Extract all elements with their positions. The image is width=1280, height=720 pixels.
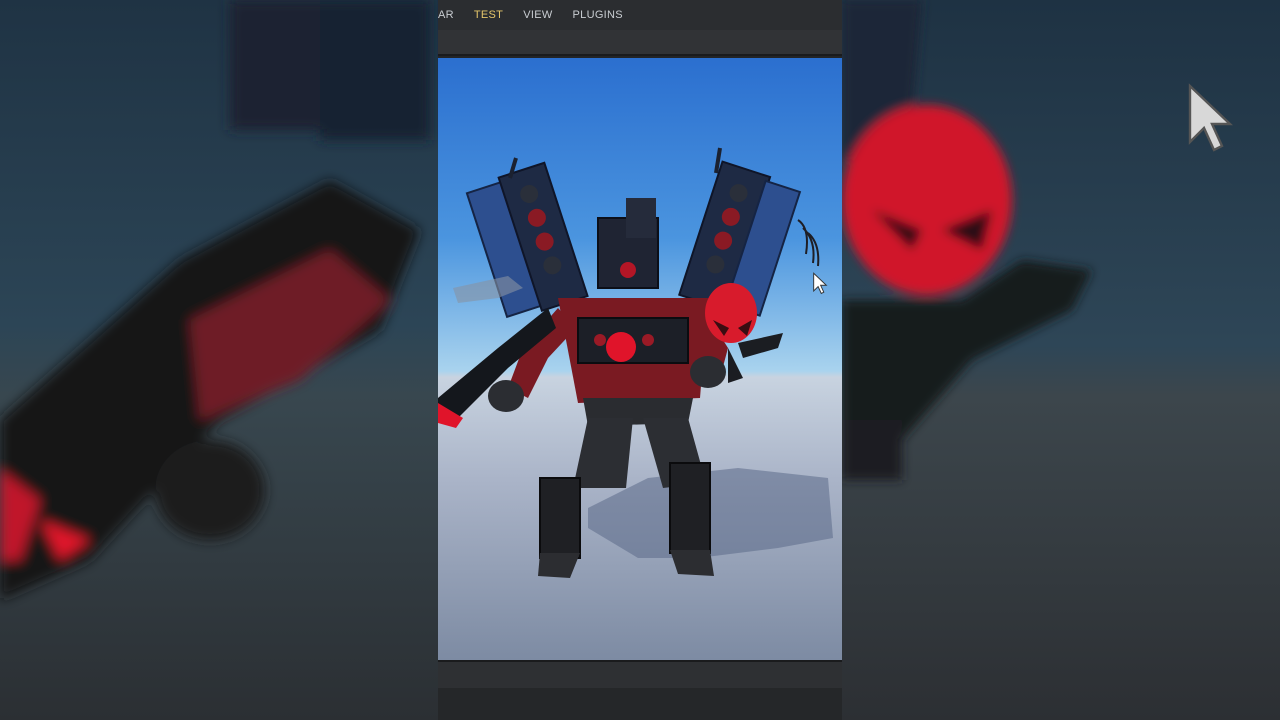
cursor-icon [1188, 83, 1234, 152]
output-panel-bar [438, 660, 842, 688]
ribbon-toolbar [438, 30, 842, 56]
menu-item-view[interactable]: VIEW [513, 0, 562, 30]
blurred-background-left [0, 0, 438, 720]
blurred-model-left-image [0, 0, 430, 600]
character-model-image [438, 147, 833, 578]
menu-item-ar[interactable]: AR [438, 0, 464, 30]
3d-viewport[interactable] [438, 58, 842, 660]
blurred-background-right [842, 0, 1280, 720]
cursor-icon [813, 272, 828, 295]
studio-window: AR TEST VIEW PLUGINS [438, 0, 842, 720]
menu-bar: AR TEST VIEW PLUGINS [438, 0, 842, 30]
status-bar [438, 688, 842, 720]
menu-item-plugins[interactable]: PLUGINS [563, 0, 633, 30]
menu-item-test[interactable]: TEST [464, 0, 513, 30]
